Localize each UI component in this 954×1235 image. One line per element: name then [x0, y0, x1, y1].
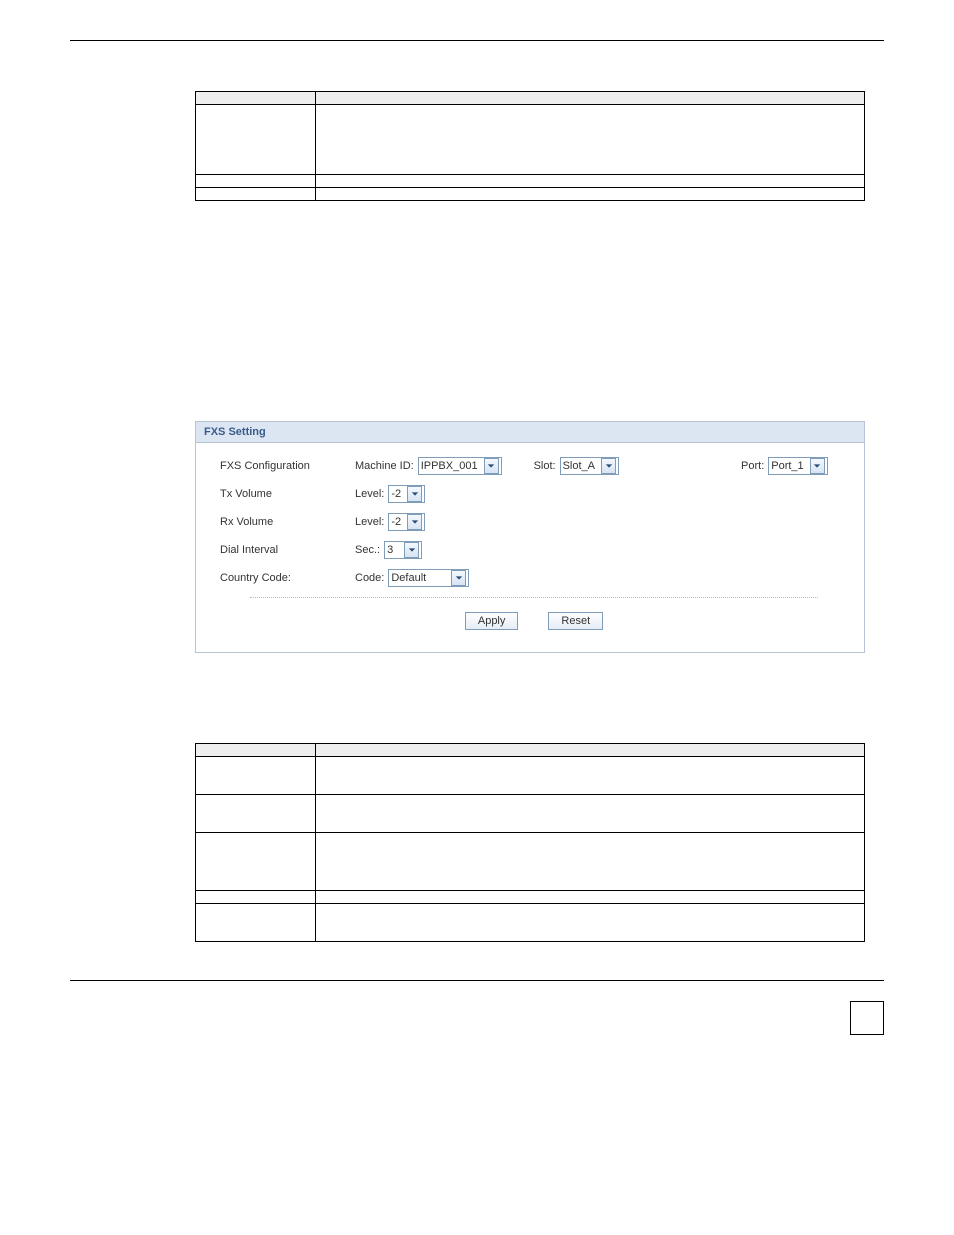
bottom-definition-table — [195, 743, 865, 942]
reset-button[interactable]: Reset — [548, 612, 603, 630]
top-r1-label — [196, 105, 316, 175]
bot-r4-desc — [316, 891, 865, 904]
bot-r1-desc — [316, 757, 865, 795]
table-row — [196, 904, 865, 942]
top-table-header-2 — [316, 92, 865, 105]
rx-volume-label: Rx Volume — [220, 516, 355, 528]
page-number-box — [850, 1001, 884, 1035]
slot-value: Slot_A — [563, 460, 599, 472]
dial-sec-select[interactable]: 3 — [384, 541, 422, 559]
machine-id-label: Machine ID: — [355, 460, 414, 472]
country-code-label: Country Code: — [220, 572, 355, 584]
chevron-down-icon — [407, 486, 422, 502]
chevron-down-icon — [451, 570, 466, 586]
top-r3-label — [196, 188, 316, 201]
top-r3-desc — [316, 188, 865, 201]
dial-interval-label: Dial Interval — [220, 544, 355, 556]
dial-sec-value: 3 — [387, 544, 402, 556]
table-row — [196, 757, 865, 795]
fxs-country-row: Country Code: Code: Default — [220, 569, 848, 587]
tx-volume-label: Tx Volume — [220, 488, 355, 500]
rx-level-value: -2 — [391, 516, 405, 528]
country-code-code-label: Code: — [355, 572, 384, 584]
fxs-divider — [250, 597, 818, 598]
fxs-rx-row: Rx Volume Level: -2 — [220, 513, 848, 531]
chevron-down-icon — [810, 458, 825, 474]
port-label: Port: — [741, 460, 764, 472]
top-divider — [70, 40, 884, 41]
tx-level-select[interactable]: -2 — [388, 485, 425, 503]
chevron-down-icon — [484, 458, 499, 474]
slot-select[interactable]: Slot_A — [560, 457, 619, 475]
bot-r2-label — [196, 795, 316, 833]
top-r2-desc — [316, 175, 865, 188]
fxs-config-row: FXS Configuration Machine ID: IPPBX_001 … — [220, 457, 848, 475]
top-r2-label — [196, 175, 316, 188]
fxs-tx-row: Tx Volume Level: -2 — [220, 485, 848, 503]
table-row — [196, 833, 865, 891]
bot-r2-desc — [316, 795, 865, 833]
tx-level-label: Level: — [355, 488, 384, 500]
rx-level-select[interactable]: -2 — [388, 513, 425, 531]
country-code-select[interactable]: Default — [388, 569, 469, 587]
top-r1-desc — [316, 105, 865, 175]
top-definition-table — [195, 91, 865, 201]
tx-level-value: -2 — [391, 488, 405, 500]
country-code-value: Default — [391, 572, 449, 584]
table-row — [196, 105, 865, 175]
chevron-down-icon — [601, 458, 616, 474]
rx-level-label: Level: — [355, 516, 384, 528]
fxs-dial-row: Dial Interval Sec.: 3 — [220, 541, 848, 559]
bot-r1-label — [196, 757, 316, 795]
bot-r5-desc — [316, 904, 865, 942]
bot-r4-label — [196, 891, 316, 904]
bot-r3-desc — [316, 833, 865, 891]
chevron-down-icon — [404, 542, 419, 558]
chevron-down-icon — [407, 514, 422, 530]
machine-id-value: IPPBX_001 — [421, 460, 482, 472]
table-row — [196, 795, 865, 833]
fxs-config-label: FXS Configuration — [220, 460, 355, 472]
bottom-divider — [70, 980, 884, 981]
slot-label: Slot: — [534, 460, 556, 472]
machine-id-select[interactable]: IPPBX_001 — [418, 457, 502, 475]
port-value: Port_1 — [771, 460, 807, 472]
table-row — [196, 891, 865, 904]
bottom-table-header-1 — [196, 744, 316, 757]
fxs-panel-title: FXS Setting — [196, 422, 864, 443]
bot-r3-label — [196, 833, 316, 891]
table-row — [196, 175, 865, 188]
fxs-setting-panel: FXS Setting FXS Configuration Machine ID… — [195, 421, 865, 653]
top-table-header-1 — [196, 92, 316, 105]
bottom-table-header-2 — [316, 744, 865, 757]
dial-sec-label: Sec.: — [355, 544, 380, 556]
table-row — [196, 188, 865, 201]
port-select[interactable]: Port_1 — [768, 457, 827, 475]
apply-button[interactable]: Apply — [465, 612, 519, 630]
bot-r5-label — [196, 904, 316, 942]
